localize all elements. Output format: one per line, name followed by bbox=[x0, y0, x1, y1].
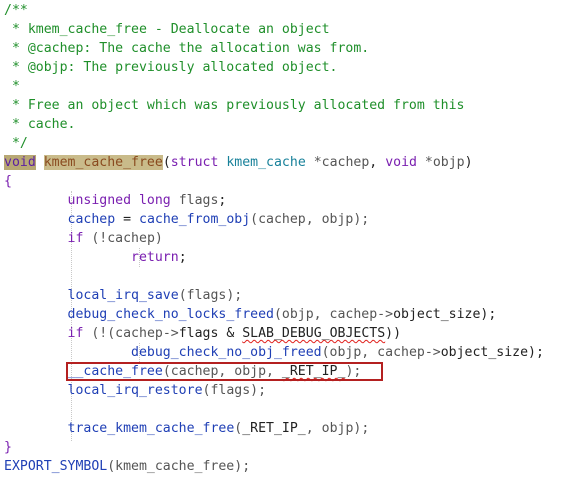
var-flags: flags bbox=[170, 193, 219, 208]
comment-line: */ bbox=[4, 136, 28, 151]
struct-type: kmem_cache bbox=[226, 155, 306, 170]
call-debug-check-no-obj-freed[interactable]: debug_check_no_obj_freed bbox=[131, 345, 322, 360]
code-editor[interactable]: /** * kmem_cache_free - Deallocate an ob… bbox=[0, 0, 582, 478]
if-keyword: if bbox=[67, 231, 84, 246]
comment-line: * @cachep: The cache the allocation was … bbox=[4, 41, 370, 56]
debug-locks-line: debug_check_no_locks_freed(objp, cachep-… bbox=[67, 307, 497, 322]
comment-line: /** bbox=[4, 3, 28, 18]
function-signature: void kmem_cache_free(struct kmem_cache *… bbox=[4, 153, 473, 172]
irq-save-line: local_irq_save(flags); bbox=[67, 288, 243, 303]
close-paren: ) bbox=[464, 155, 473, 170]
member-object-size: object_size bbox=[393, 307, 481, 322]
comment-line: * @objp: The previously allocated object… bbox=[4, 60, 338, 75]
return-keyword: return bbox=[131, 250, 179, 265]
call-cache-from-obj[interactable]: cache_from_obj bbox=[139, 212, 250, 227]
param-separator: , bbox=[369, 155, 386, 170]
comment-line: * kmem_cache_free - Deallocate an object bbox=[4, 22, 330, 37]
if-keyword: if bbox=[67, 326, 84, 341]
function-name[interactable]: kmem_cache_free bbox=[43, 155, 163, 170]
void-keyword: void bbox=[385, 155, 417, 170]
macro-ret-ip[interactable]: _RET_IP_ bbox=[242, 421, 306, 436]
comment-line: * cache. bbox=[4, 117, 76, 132]
call-local-irq-save[interactable]: local_irq_save bbox=[68, 288, 179, 303]
comment-line: * bbox=[4, 79, 20, 94]
call-local-irq-restore[interactable]: local_irq_restore bbox=[68, 383, 203, 398]
struct-keyword: struct bbox=[170, 155, 219, 170]
member-object-size: object_size bbox=[440, 345, 529, 360]
return-type: void bbox=[4, 155, 36, 170]
comment-line: * Free an object which was previously al… bbox=[4, 98, 465, 113]
open-paren: ( bbox=[162, 155, 171, 170]
call-debug-check-no-locks-freed[interactable]: debug_check_no_locks_freed bbox=[68, 307, 274, 322]
if-line: if (!cachep) bbox=[67, 231, 163, 246]
param-objp: *objp bbox=[416, 155, 465, 170]
if-flags-line: if (!(cachep->flags & SLAB_DEBUG_OBJECTS… bbox=[67, 326, 402, 341]
var-cachep: cachep bbox=[67, 212, 116, 227]
call-cache-free[interactable]: __cache_free bbox=[68, 364, 163, 379]
return-line: return; bbox=[131, 250, 187, 265]
assign-line: cachep = cache_from_obj(cachep, objp); bbox=[67, 212, 370, 227]
debug-obj-line: debug_check_no_obj_freed(objp, cachep->o… bbox=[131, 345, 544, 360]
declaration-line: unsigned long flags; bbox=[67, 193, 227, 208]
member-flags: flags bbox=[178, 326, 219, 341]
call-trace-kmem-cache-free[interactable]: trace_kmem_cache_free bbox=[68, 421, 235, 436]
macro-export-symbol[interactable]: EXPORT_SYMBOL bbox=[4, 459, 107, 474]
trace-line: trace_kmem_cache_free(_RET_IP_, objp); bbox=[67, 421, 370, 436]
cache-free-line: __cache_free(cachep, objp, _RET_IP_); bbox=[67, 364, 362, 379]
export-line: EXPORT_SYMBOL(kmem_cache_free); bbox=[4, 459, 251, 474]
open-brace: { bbox=[4, 174, 12, 189]
macro-slab-debug-objects[interactable]: SLAB_DEBUG_OBJECTS bbox=[242, 326, 385, 341]
macro-ret-ip[interactable]: _RET_IP_ bbox=[282, 364, 346, 379]
param-cachep: *cachep bbox=[305, 155, 370, 170]
close-brace: } bbox=[4, 440, 12, 455]
irq-restore-line: local_irq_restore(flags); bbox=[67, 383, 267, 398]
type-keyword: unsigned long bbox=[67, 193, 171, 208]
